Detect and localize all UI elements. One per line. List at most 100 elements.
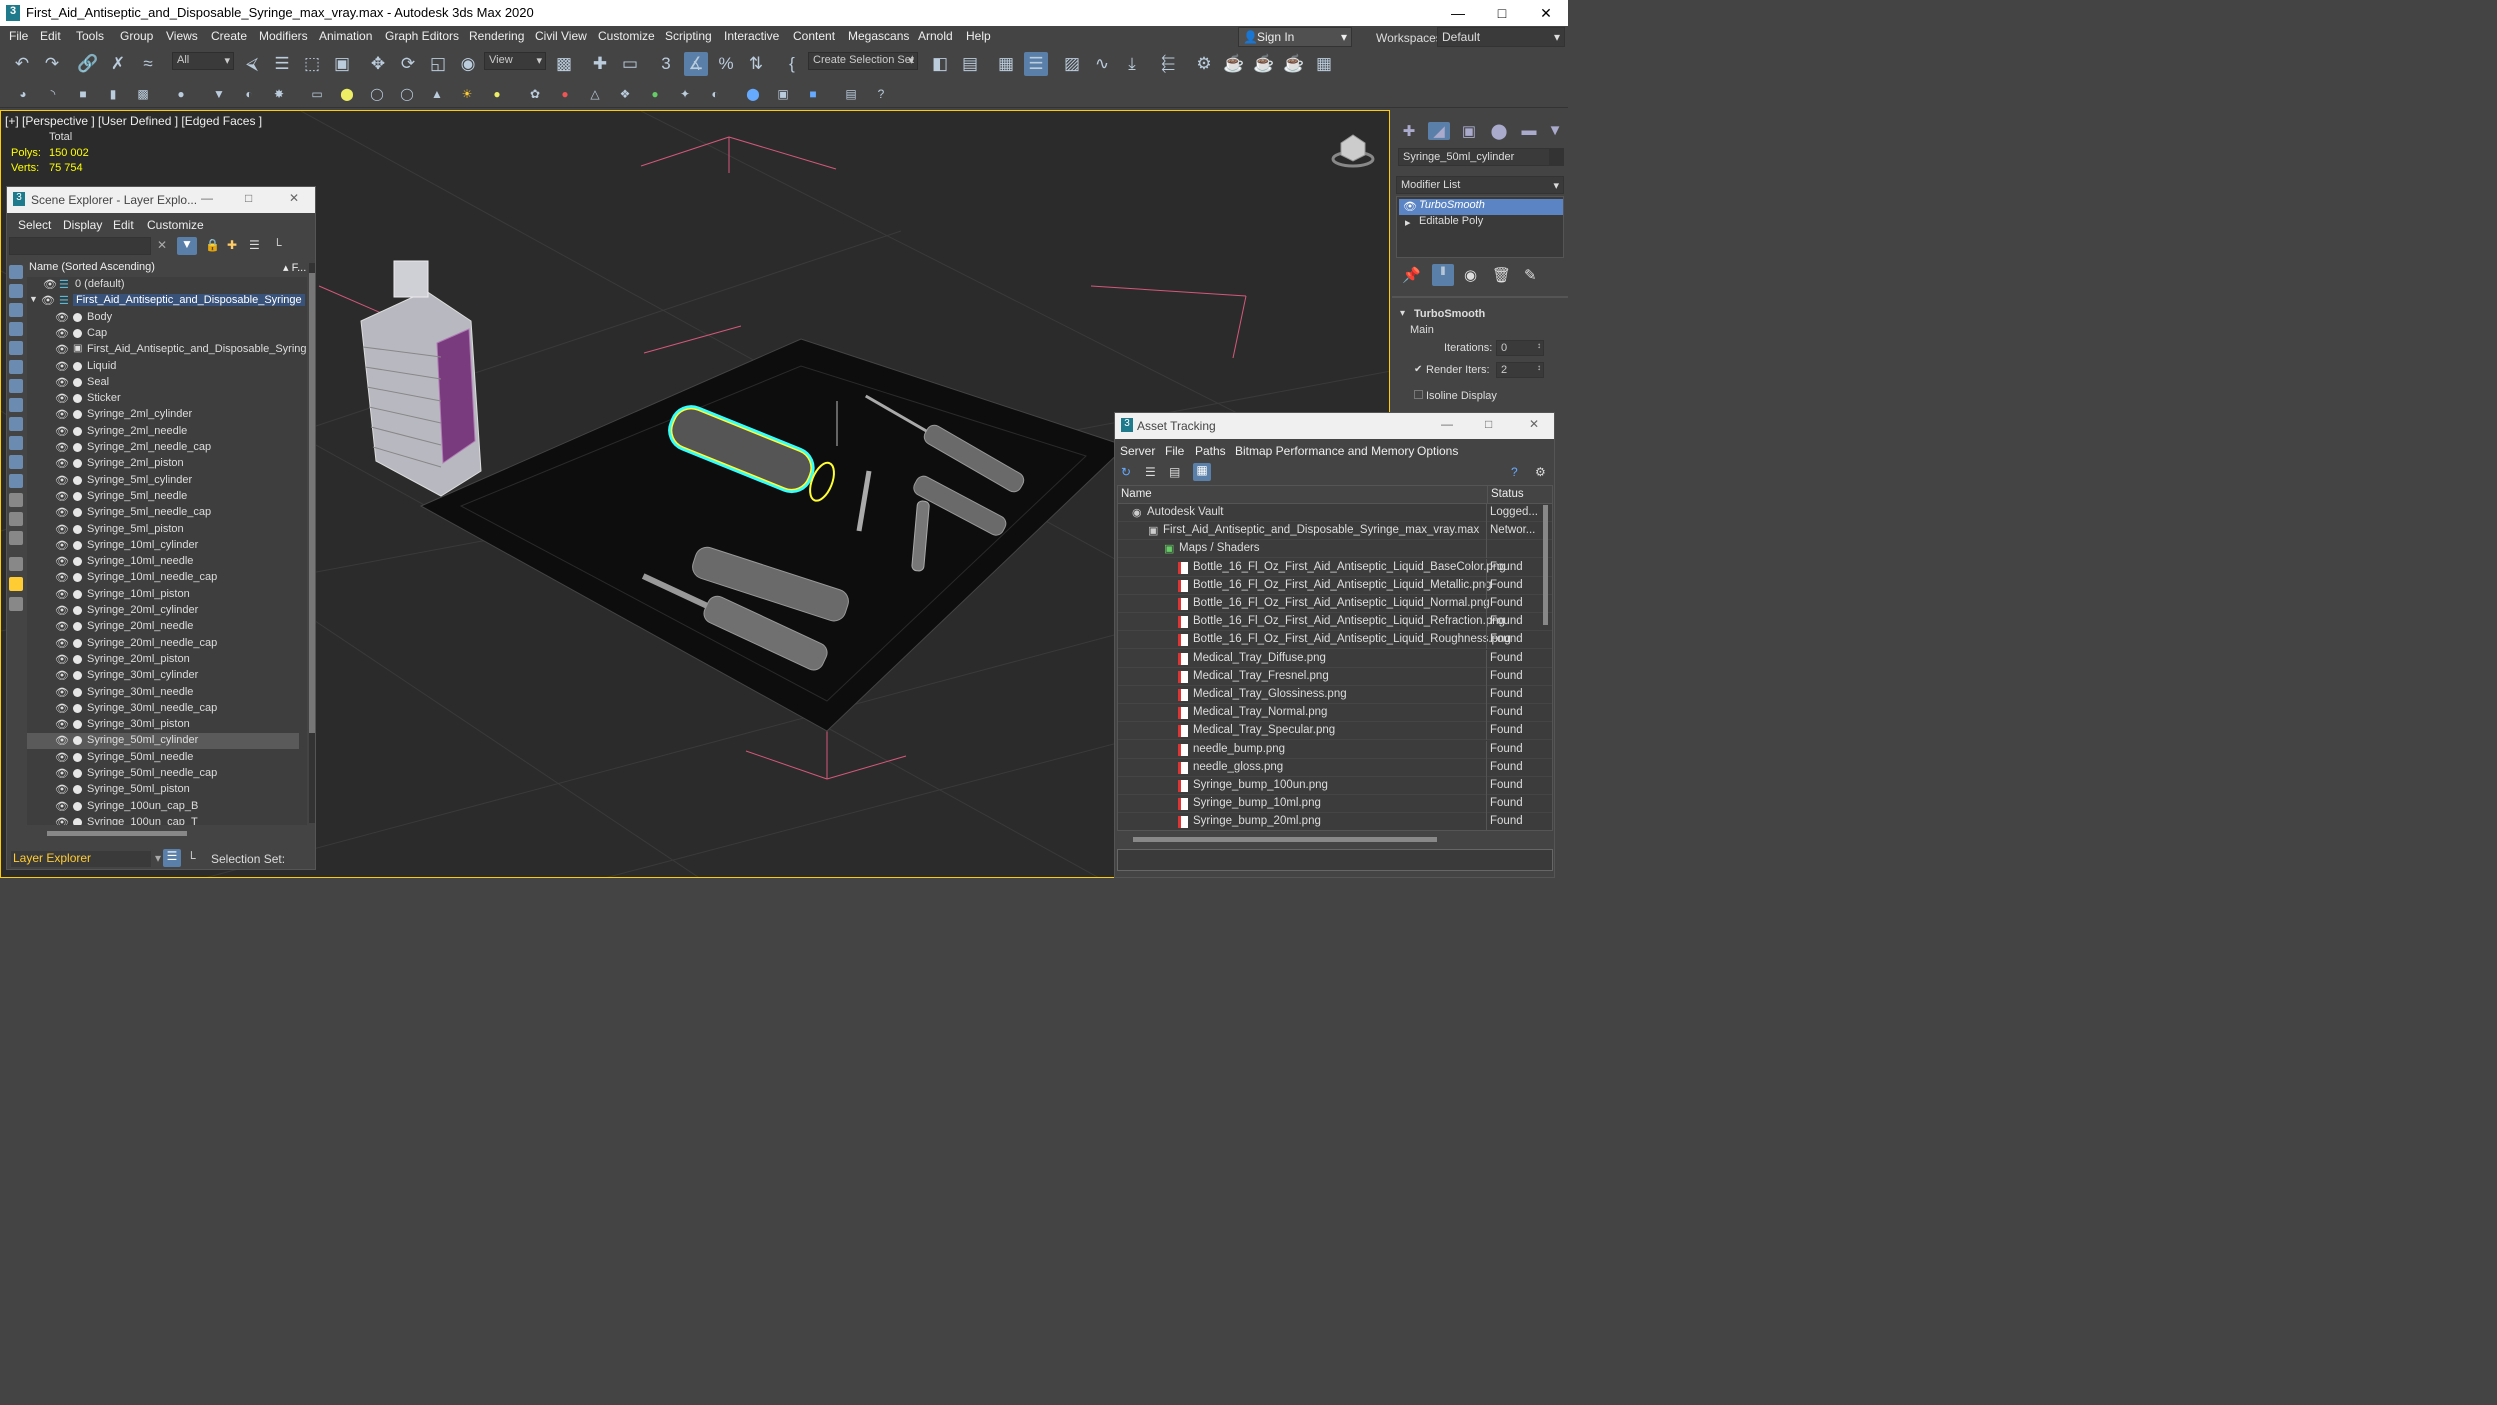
asset-row[interactable]: Syringe_bump_10ml.png Found	[1118, 795, 1552, 814]
modify-tab-icon[interactable]: ◢	[1428, 122, 1450, 140]
camera-icon[interactable]: ▼	[210, 85, 228, 103]
expand-arrow-icon[interactable]: ▸	[1405, 216, 1411, 229]
menu-modifiers[interactable]: Modifiers	[259, 29, 308, 43]
stack-item-turbosmooth[interactable]: 👁 TurboSmooth	[1399, 199, 1563, 215]
tree-row[interactable]: 👁 Sticker	[27, 391, 299, 407]
close-button[interactable]: ✕	[1524, 2, 1568, 24]
display-geometry-icon[interactable]	[9, 265, 23, 279]
eye-icon[interactable]: 👁	[55, 735, 69, 747]
hierarchy-tab-icon[interactable]: ▣	[1458, 122, 1480, 140]
move-icon[interactable]: ✥	[366, 52, 390, 76]
eye-icon[interactable]: 👁	[55, 719, 69, 731]
eye-icon[interactable]: 👁	[55, 638, 69, 650]
display-lights-icon[interactable]	[9, 303, 23, 317]
help-icon[interactable]: ?	[872, 85, 890, 103]
object-color-swatch[interactable]	[1550, 148, 1564, 166]
eye-icon[interactable]: 👁	[55, 393, 69, 405]
menu-group[interactable]: Group	[120, 29, 153, 43]
display-groups-icon[interactable]	[9, 379, 23, 393]
display-all-icon[interactable]	[9, 493, 23, 507]
minimize-button[interactable]: —	[201, 191, 213, 205]
unlink-icon[interactable]: ✗	[106, 52, 130, 76]
omni-light-icon[interactable]: ●	[488, 85, 506, 103]
rollout-title[interactable]: TurboSmooth	[1414, 308, 1485, 320]
spinner-snap-icon[interactable]: ⇅	[744, 52, 768, 76]
workspaces-select[interactable]: Default ▾	[1437, 27, 1565, 47]
layer-row-default[interactable]: 👁 ☰ 0 (default)	[27, 277, 299, 293]
asset-row[interactable]: Medical_Tray_Diffuse.png Found	[1118, 649, 1552, 668]
window-crossing-icon[interactable]: ▣	[330, 52, 354, 76]
geosphere-icon[interactable]: ◯	[368, 85, 386, 103]
eye-icon[interactable]: 👁	[55, 801, 69, 813]
tree-row[interactable]: 👁 Syringe_30ml_cylinder	[27, 668, 299, 684]
tree-row[interactable]: 👁 Syringe_100un_cap_B	[27, 799, 299, 815]
at-menu-paths[interactable]: Paths	[1195, 444, 1226, 458]
render-setup-icon[interactable]: ☕	[1222, 52, 1246, 76]
link-icon[interactable]: 🔗	[76, 52, 100, 76]
tree-row[interactable]: 👁 Syringe_10ml_needle	[27, 554, 299, 570]
lock-icon[interactable]: 🔒	[205, 238, 220, 252]
configure-modifier-sets-icon[interactable]: ✎	[1524, 266, 1537, 284]
tree-row[interactable]: 👁 Syringe_5ml_needle_cap	[27, 505, 299, 521]
eye-icon[interactable]: 👁	[55, 556, 69, 568]
tree-row[interactable]: 👁 Syringe_10ml_cylinder	[27, 538, 299, 554]
eye-icon[interactable]: 👁	[55, 654, 69, 666]
maximize-button[interactable]: □	[1485, 417, 1492, 431]
ipr-icon[interactable]: ■	[804, 85, 822, 103]
find-icon[interactable]	[9, 557, 23, 571]
remove-modifier-icon[interactable]: 🗑	[1492, 266, 1511, 284]
eye-icon[interactable]: 👁	[55, 475, 69, 487]
viewport-label[interactable]: [+] [Perspective ] [User Defined ] [Edge…	[5, 114, 262, 128]
menu-tools[interactable]: Tools	[76, 29, 104, 43]
scene-converter-icon[interactable]: ▤	[842, 85, 860, 103]
layers-toggle-icon[interactable]: ☰	[163, 849, 181, 867]
viewcube-icon[interactable]	[1331, 129, 1375, 169]
display-xrefs-icon[interactable]	[9, 398, 23, 412]
box-icon[interactable]: ■	[74, 85, 92, 103]
select-manipulate-icon[interactable]: ✚	[588, 52, 612, 76]
menu-edit[interactable]: Edit	[40, 29, 61, 43]
eye-icon[interactable]: 👁	[55, 409, 69, 421]
maximize-button[interactable]: □	[245, 191, 252, 205]
create-selection-set-dropdown[interactable]: Create Selection Set ▾	[808, 52, 918, 70]
asset-row[interactable]: Medical_Tray_Fresnel.png Found	[1118, 667, 1552, 686]
render-production-icon[interactable]: ☕	[1282, 52, 1306, 76]
layer-explorer-dropdown[interactable]: Layer Explorer	[11, 851, 151, 867]
percent-snap-icon[interactable]: %	[714, 52, 738, 76]
tree-row[interactable]: 👁 Syringe_2ml_needle	[27, 424, 299, 440]
refresh-icon[interactable]: ↻	[1121, 465, 1131, 479]
eye-icon[interactable]: 👁	[55, 703, 69, 715]
tree-row[interactable]: 👁 Syringe_2ml_cylinder	[27, 407, 299, 423]
display-containers-icon[interactable]	[9, 436, 23, 450]
tree-row[interactable]: 👁 Liquid	[27, 359, 299, 375]
asset-row[interactable]: Bottle_16_Fl_Oz_First_Aid_Antiseptic_Liq…	[1118, 631, 1552, 650]
tree-row[interactable]: 👁 Syringe_5ml_needle	[27, 489, 299, 505]
tree-row[interactable]: 👁 Syringe_50ml_cylinder	[27, 733, 299, 750]
eye-icon[interactable]: 👁	[55, 752, 69, 764]
asset-row[interactable]: ▣ First_Aid_Antiseptic_and_Disposable_Syr…	[1118, 522, 1552, 541]
asset-row[interactable]: needle_bump.png Found	[1118, 740, 1552, 759]
eye-icon[interactable]: 👁	[55, 784, 69, 796]
eye-icon[interactable]: 👁	[41, 295, 55, 307]
tree-row[interactable]: 👁 Syringe_10ml_needle_cap	[27, 570, 299, 586]
object-name-field[interactable]: Syringe_50ml_cylinder	[1398, 148, 1550, 166]
tree-row[interactable]: 👁 Syringe_50ml_piston	[27, 782, 299, 798]
edit-named-selection-icon[interactable]: {	[780, 52, 804, 76]
menu-interactive[interactable]: Interactive	[724, 29, 779, 43]
detail-view-icon[interactable]: ▤	[1169, 465, 1180, 479]
layer-manager-icon[interactable]: ▦	[994, 52, 1018, 76]
asset-row[interactable]: Bottle_16_Fl_Oz_First_Aid_Antiseptic_Liq…	[1118, 558, 1552, 577]
environment-fog-icon[interactable]: ●	[646, 85, 664, 103]
tree-row[interactable]: 👁 Syringe_30ml_piston	[27, 717, 299, 733]
clear-search-icon[interactable]: ✕	[157, 238, 167, 252]
material-editor-icon[interactable]: ⚙	[1192, 52, 1216, 76]
menu-create[interactable]: Create	[211, 29, 247, 43]
table-view-icon[interactable]: ▦	[1193, 463, 1211, 481]
schematic-view-icon[interactable]: ⬱	[1156, 52, 1180, 76]
asset-row[interactable]: ◉ Autodesk Vault Logged...	[1118, 504, 1552, 522]
isoline-checkbox[interactable]	[1414, 390, 1423, 399]
eye-icon[interactable]: 👁	[43, 279, 57, 291]
keyboard-shortcut-override-icon[interactable]: ▭	[618, 52, 642, 76]
menu-help[interactable]: Help	[966, 29, 991, 43]
pin-stack-icon[interactable]: 📌	[1402, 266, 1421, 284]
